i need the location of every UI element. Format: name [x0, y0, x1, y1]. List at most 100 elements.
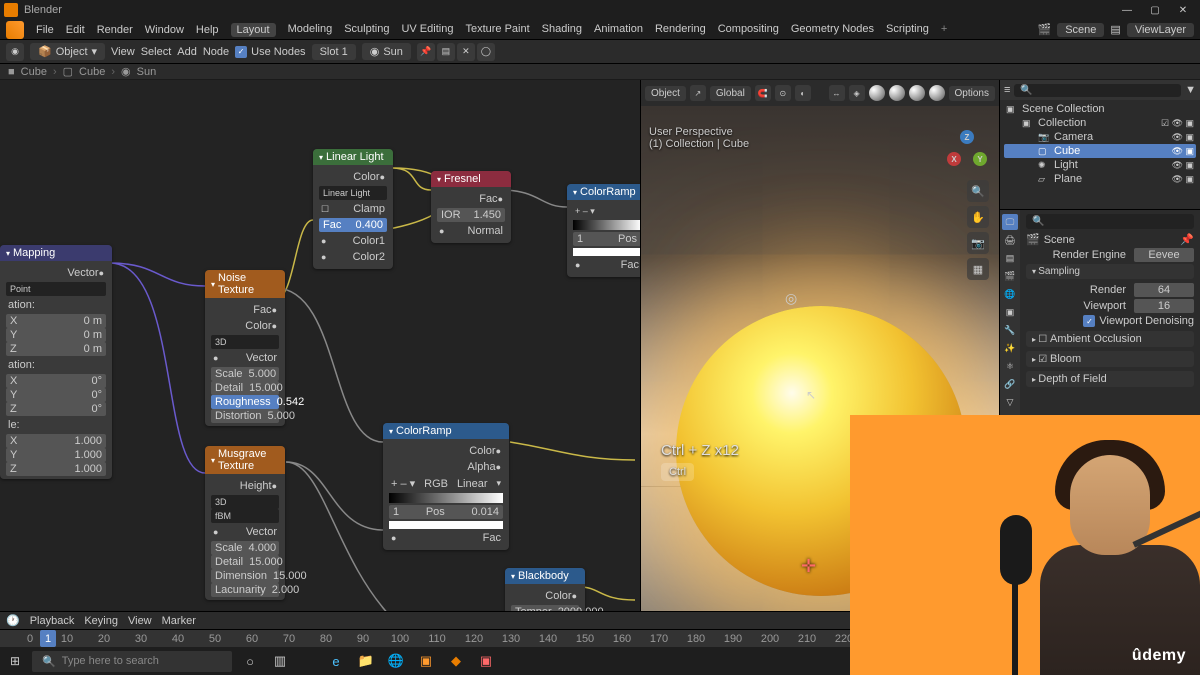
- tab-compositing[interactable]: Compositing: [718, 23, 779, 37]
- prop-tab-viewlayer[interactable]: ▤: [1002, 250, 1018, 266]
- menu-edit[interactable]: Edit: [66, 24, 85, 36]
- panel-bloom[interactable]: ☑ Bloom: [1026, 351, 1194, 367]
- tab-texturepaint[interactable]: Texture Paint: [465, 23, 529, 37]
- vp-camera-icon[interactable]: 📷: [967, 232, 989, 254]
- cr2-alpha-out[interactable]: Alpha ●: [389, 460, 503, 474]
- properties-search[interactable]: 🔍: [1026, 214, 1194, 229]
- prop-tab-mesh[interactable]: ▽: [1002, 394, 1018, 410]
- node-colorramp2-header[interactable]: ColorRamp: [383, 423, 509, 439]
- denoise-checkbox[interactable]: ✓: [1083, 315, 1095, 327]
- menu-window[interactable]: Window: [145, 24, 184, 36]
- taskbar-camtasia-icon[interactable]: ▣: [474, 649, 498, 673]
- taskbar-taskview-icon[interactable]: ▥: [268, 649, 292, 673]
- node-colorramp1-header[interactable]: ColorRamp: [567, 184, 640, 200]
- node-menu-select[interactable]: Select: [141, 46, 172, 58]
- taskbar-blender-icon[interactable]: ◆: [444, 649, 468, 673]
- playhead[interactable]: 1: [40, 630, 56, 647]
- node-linearlight-header[interactable]: Linear Light: [313, 149, 393, 165]
- bb-color-out[interactable]: Color ●: [511, 589, 579, 603]
- prop-tab-scene[interactable]: 🎬: [1002, 268, 1018, 284]
- noise-fac-out[interactable]: Fac ●: [211, 303, 279, 317]
- breadcrumb-1[interactable]: Cube: [79, 66, 105, 78]
- mapping-type-select[interactable]: Point: [6, 282, 106, 296]
- vp-mode[interactable]: Object: [645, 86, 686, 101]
- taskbar-sublime-icon[interactable]: ▣: [414, 649, 438, 673]
- axis-y-icon[interactable]: Y: [973, 152, 987, 166]
- tab-geonodes[interactable]: Geometry Nodes: [791, 23, 874, 37]
- tl-keying[interactable]: Keying: [84, 615, 118, 627]
- nav-gizmo[interactable]: Z X Y: [947, 130, 987, 170]
- colorramp2-swatch[interactable]: [389, 521, 503, 529]
- musgrave-height-out[interactable]: Height ●: [211, 479, 279, 493]
- use-nodes-checkbox[interactable]: ✓Use Nodes: [235, 46, 305, 58]
- copy-icon[interactable]: ▤: [437, 43, 455, 61]
- maximize-button[interactable]: ▢: [1142, 1, 1168, 19]
- colorramp1-gradient[interactable]: [573, 220, 640, 230]
- vp-shading-matprev-icon[interactable]: [909, 85, 925, 101]
- node-musgrave-header[interactable]: Musgrave Texture: [205, 446, 285, 474]
- tab-sculpting[interactable]: Sculpting: [344, 23, 389, 37]
- tl-marker[interactable]: Marker: [162, 615, 196, 627]
- panel-dof[interactable]: Depth of Field: [1026, 371, 1194, 387]
- prop-tab-modifier[interactable]: 🔧: [1002, 322, 1018, 338]
- vp-snap-icon[interactable]: 🧲: [755, 85, 771, 101]
- ll-mode-select[interactable]: Linear Light: [319, 186, 387, 200]
- vp-shading-solid-icon[interactable]: [889, 85, 905, 101]
- node-editor[interactable]: Mapping Vector ● Point ation: X0 m Y0 m …: [0, 80, 640, 611]
- fresnel-fac-out[interactable]: Fac ●: [437, 192, 505, 206]
- colorramp2-gradient[interactable]: [389, 493, 503, 503]
- outliner-item-cube[interactable]: ▢Cube👁 ▣: [1004, 144, 1196, 158]
- tl-view[interactable]: View: [128, 615, 152, 627]
- timeline-editor-icon[interactable]: 🕐: [6, 614, 20, 627]
- tab-animation[interactable]: Animation: [594, 23, 643, 37]
- vp-zoom-icon[interactable]: 🔍: [967, 180, 989, 202]
- vp-pan-icon[interactable]: ✋: [967, 206, 989, 228]
- axis-z-icon[interactable]: Z: [960, 130, 974, 144]
- close-button[interactable]: ✕: [1170, 1, 1196, 19]
- breadcrumb-2[interactable]: Sun: [137, 66, 157, 78]
- ll-color-out[interactable]: Color ●: [319, 170, 387, 184]
- prop-tab-object[interactable]: ▣: [1002, 304, 1018, 320]
- shield-icon[interactable]: ◯: [477, 43, 495, 61]
- pin-icon[interactable]: 📌: [1180, 233, 1194, 246]
- light-empty-icon[interactable]: ◎: [785, 290, 797, 307]
- start-button[interactable]: ⊞: [4, 650, 26, 672]
- add-workspace-icon[interactable]: +: [941, 23, 947, 37]
- noise-color-out[interactable]: Color ●: [211, 319, 279, 333]
- vp-gizmo-icon[interactable]: ↔: [829, 85, 845, 101]
- panel-sampling[interactable]: Sampling: [1026, 264, 1194, 279]
- musgrave-type-select[interactable]: fBM: [211, 509, 279, 523]
- outliner-type-icon[interactable]: ≡: [1004, 84, 1010, 96]
- samples-viewport-field[interactable]: 16: [1134, 299, 1194, 313]
- taskbar-explorer-icon[interactable]: 📁: [354, 649, 378, 673]
- tl-playback[interactable]: Playback: [30, 615, 75, 627]
- tab-uv[interactable]: UV Editing: [401, 23, 453, 37]
- node-fresnel-header[interactable]: Fresnel: [431, 171, 511, 187]
- vp-options[interactable]: Options: [949, 86, 995, 101]
- node-mapping-header[interactable]: Mapping: [0, 245, 112, 261]
- vp-prop-edit-icon[interactable]: ◐: [795, 85, 811, 101]
- vp-shading-render-icon[interactable]: [929, 85, 945, 101]
- prop-tab-particle[interactable]: ✨: [1002, 340, 1018, 356]
- menu-file[interactable]: File: [36, 24, 54, 36]
- socket-vector-out[interactable]: Vector ●: [6, 266, 106, 280]
- node-blackbody-header[interactable]: Blackbody: [505, 568, 585, 584]
- minimize-button[interactable]: —: [1114, 1, 1140, 19]
- prop-tab-world[interactable]: 🌐: [1002, 286, 1018, 302]
- scene-selector[interactable]: Scene: [1057, 23, 1104, 37]
- slot-dropdown[interactable]: Slot 1: [312, 44, 356, 60]
- menu-help[interactable]: Help: [196, 24, 219, 36]
- breadcrumb-0[interactable]: Cube: [21, 66, 47, 78]
- vp-pivot-icon[interactable]: ⊙: [775, 85, 791, 101]
- outliner-item-light[interactable]: ✺Light👁 ▣: [1004, 158, 1196, 172]
- render-engine-select[interactable]: Eevee: [1134, 248, 1194, 262]
- vp-orient[interactable]: Global: [710, 86, 751, 101]
- outliner-filter-icon[interactable]: ▼: [1185, 84, 1196, 96]
- menu-render[interactable]: Render: [97, 24, 133, 36]
- node-noise-header[interactable]: Noise Texture: [205, 270, 285, 298]
- prop-scene-name[interactable]: Scene: [1044, 234, 1075, 246]
- panel-ao[interactable]: ☐ Ambient Occlusion: [1026, 331, 1194, 347]
- tab-shading[interactable]: Shading: [542, 23, 582, 37]
- node-menu-view[interactable]: View: [111, 46, 135, 58]
- outliner-item-camera[interactable]: 📷Camera👁 ▣: [1004, 130, 1196, 144]
